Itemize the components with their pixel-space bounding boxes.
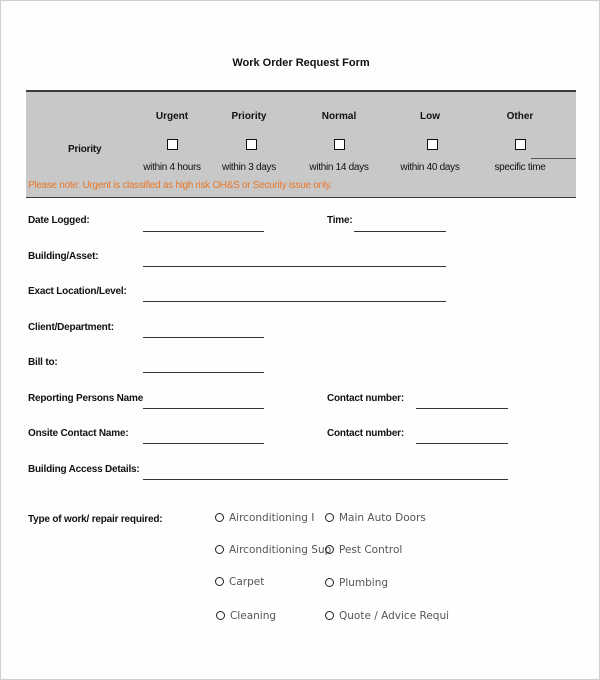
radio-circle-icon [216, 611, 225, 620]
urgent-note: Please note: Urgent is classified as hig… [28, 180, 333, 191]
reporting-contact-label: Contact number: [327, 393, 405, 404]
urgent-checkbox[interactable] [167, 139, 178, 150]
work-type-option-label: Airconditioning I [229, 512, 315, 524]
radio-circle-icon [325, 545, 334, 554]
radio-circle-icon [325, 611, 334, 620]
work-type-option-label: Cleaning [230, 610, 277, 622]
priority-option-timeframe: within 40 days [400, 162, 460, 173]
priority-option-name: Other [506, 111, 534, 122]
radio-circle-icon [215, 577, 224, 586]
work-type-option-label: Pest Control [339, 544, 403, 556]
time-field[interactable] [354, 231, 446, 232]
bill-to-label: Bill to: [28, 357, 58, 368]
form-title: Work Order Request Form [232, 57, 370, 69]
work-type-option-label: Main Auto Doors [339, 512, 426, 524]
priority-option-name: Low [420, 111, 440, 122]
priority-option-timeframe: specific time [494, 162, 546, 173]
radio-circle-icon [215, 545, 224, 554]
work-type-option[interactable]: Pest Control [325, 544, 402, 556]
building-asset-field[interactable] [143, 266, 446, 267]
work-type-label: Type of work/ repair required: [28, 514, 163, 525]
bill-to-field[interactable] [143, 372, 264, 373]
priority-option-name: Priority [231, 111, 267, 122]
work-type-option-label: Plumbing [339, 577, 389, 589]
radio-circle-icon [325, 513, 334, 522]
building-access-label: Building Access Details: [28, 464, 140, 475]
other-checkbox[interactable] [515, 139, 526, 150]
work-type-option-label: Airconditioning Sup [229, 544, 332, 556]
other-specific-time-input[interactable] [531, 158, 576, 159]
priority-checkbox[interactable] [246, 139, 257, 150]
priority-option-name: Normal [321, 111, 357, 122]
onsite-contact-number-field[interactable] [416, 443, 508, 444]
date-logged-label: Date Logged: [28, 215, 90, 226]
onsite-contact-field[interactable] [143, 443, 264, 444]
work-type-option-label: Carpet [229, 576, 265, 588]
priority-option-timeframe: within 3 days [222, 162, 276, 173]
reporting-contact-field[interactable] [416, 408, 508, 409]
document-page: Work Order Request Form Priority Urgent … [0, 0, 600, 680]
radio-circle-icon [325, 578, 334, 587]
normal-checkbox[interactable] [334, 139, 345, 150]
reporting-person-label: Reporting Persons Name [28, 393, 144, 404]
work-type-option[interactable]: Main Auto Doors [325, 512, 426, 524]
onsite-contact-label: Onsite Contact Name: [28, 428, 129, 439]
date-logged-field[interactable] [143, 231, 264, 232]
work-type-option[interactable]: Airconditioning I [215, 512, 314, 524]
work-type-option[interactable]: Airconditioning Sup [215, 544, 331, 556]
work-type-option[interactable]: Carpet [215, 576, 264, 588]
priority-option-timeframe: within 14 days [309, 162, 369, 173]
low-checkbox[interactable] [427, 139, 438, 150]
work-type-option[interactable]: Quote / Advice Requi [325, 610, 449, 622]
exact-location-label: Exact Location/Level: [28, 286, 127, 297]
exact-location-field[interactable] [143, 301, 446, 302]
work-type-option[interactable]: Cleaning [216, 610, 276, 622]
radio-circle-icon [215, 513, 224, 522]
reporting-person-field[interactable] [143, 408, 264, 409]
client-department-label: Client/Department: [28, 322, 114, 333]
client-department-field[interactable] [143, 337, 264, 338]
work-type-option[interactable]: Plumbing [325, 577, 388, 589]
priority-label: Priority [68, 144, 102, 155]
work-type-option-label: Quote / Advice Requi [339, 610, 450, 622]
building-asset-label: Building/Asset: [28, 251, 99, 262]
building-access-field[interactable] [143, 479, 508, 480]
time-label: Time: [327, 215, 353, 226]
onsite-contact-number-label: Contact number: [327, 428, 405, 439]
